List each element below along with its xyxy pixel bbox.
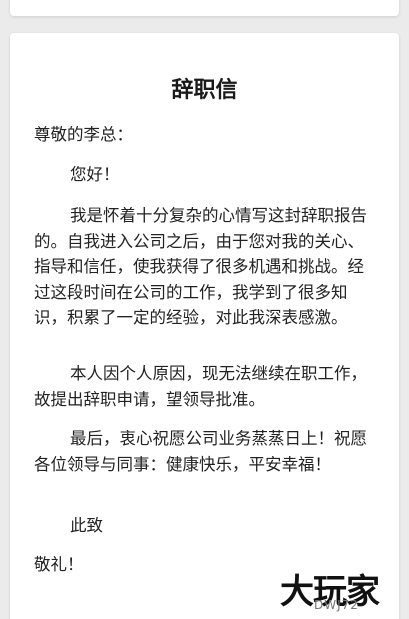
previous-card <box>10 0 399 16</box>
letter-greeting: 您好！ <box>70 165 120 184</box>
letter-card: 辞职信 尊敬的李总： 您好！ 我是怀着十分复杂的心情写这封辞职报告的。自我进入公… <box>10 33 399 619</box>
document-page: 辞职信 尊敬的李总： 您好！ 我是怀着十分复杂的心情写这封辞职报告的。自我进入公… <box>0 0 409 619</box>
letter-paragraph-2: 本人因个人原因，现无法继续在职工作，故提出辞职申请，望领导批准。 <box>34 364 367 409</box>
letter-paragraph-1: 我是怀着十分复杂的心情写这封辞职报告的。自我进入公司之后，由于您对我的关心、指导… <box>34 206 367 327</box>
letter-salutation: 尊敬的李总： <box>34 125 133 144</box>
letter-title: 辞职信 <box>171 78 238 103</box>
letter-paragraph-3: 最后，衷心祝愿公司业务蒸蒸日上！祝愿各位领导与同事：健康快乐，平安幸福！ <box>34 429 367 474</box>
watermark-sub-text: DWJ72 <box>314 598 359 612</box>
letter-closing: 此致 <box>70 516 103 535</box>
site-watermark-logo: 大玩家 DWJ72 <box>280 572 405 616</box>
